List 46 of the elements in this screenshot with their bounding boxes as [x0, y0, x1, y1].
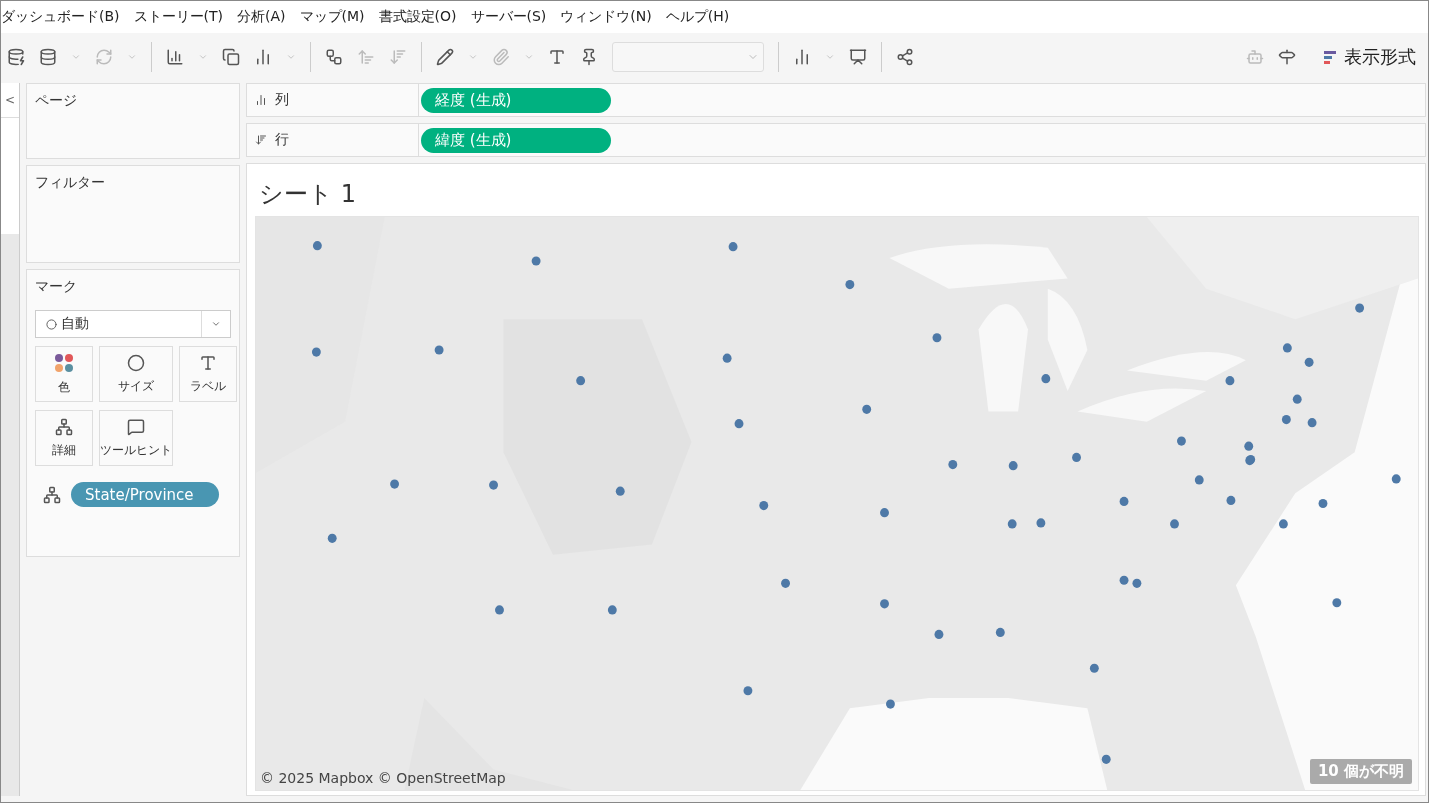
menu-item[interactable]: ダッシュボード(B)	[1, 8, 120, 26]
pin-icon[interactable]	[580, 48, 598, 66]
menu-item[interactable]: ストーリー(T)	[133, 8, 223, 26]
menu-item[interactable]: ウィンドウ(N)	[560, 8, 652, 26]
mark-type-select[interactable]: 自動	[35, 310, 231, 338]
mark-card[interactable]: ラベル	[179, 346, 237, 402]
circle-icon	[46, 318, 57, 330]
duplicate-icon[interactable]	[222, 48, 240, 66]
text-icon	[199, 353, 217, 372]
database-icon[interactable]	[39, 48, 57, 66]
rows-icon	[255, 134, 267, 146]
menu-item[interactable]: 分析(A)	[237, 8, 286, 26]
mark-card[interactable]: 詳細	[35, 410, 93, 466]
mark-card[interactable]: サイズ	[99, 346, 173, 402]
menu-item[interactable]: 書式設定(O)	[378, 8, 457, 26]
text-icon[interactable]	[548, 48, 566, 66]
pages-title: ページ	[35, 92, 78, 110]
signpost-icon[interactable]	[1278, 48, 1296, 66]
hierarchy-icon	[55, 417, 73, 436]
format-button[interactable]: 表示形式	[1318, 44, 1422, 70]
new-sheet-icon[interactable]	[166, 48, 184, 66]
swap-icon[interactable]	[325, 48, 343, 66]
sheet-title: シート 1	[258, 179, 357, 210]
dropdown-field[interactable]	[612, 42, 764, 72]
highlight-pen-icon[interactable]	[436, 48, 454, 66]
marks-title: マーク	[35, 278, 78, 296]
share-icon[interactable]	[896, 48, 914, 66]
speech-bubble-icon	[127, 417, 145, 436]
bars-icon	[1324, 50, 1338, 64]
menu-item[interactable]: マップ(M)	[299, 8, 365, 26]
mark-card[interactable]: 色	[35, 346, 93, 402]
menu-item[interactable]: サーバー(S)	[470, 8, 547, 26]
caret-icon	[211, 319, 221, 329]
collapse-button[interactable]: <	[1, 83, 19, 117]
mark-card[interactable]: ツールヒント	[99, 410, 173, 466]
presentation-icon[interactable]	[849, 48, 867, 66]
shelf-title: 列	[275, 91, 289, 109]
paperclip-icon[interactable]	[492, 48, 510, 66]
color-dots-icon	[54, 352, 74, 373]
menu-item[interactable]: ヘルプ(H)	[665, 8, 730, 26]
new-data-source-icon[interactable]	[7, 48, 25, 66]
size-circles-icon	[127, 353, 145, 372]
map-attribution: © 2025 Mapbox © OpenStreetMap	[260, 770, 506, 786]
hierarchy-icon	[43, 485, 61, 504]
filters-title: フィルター	[35, 174, 106, 192]
shelf-title: 行	[275, 131, 289, 149]
